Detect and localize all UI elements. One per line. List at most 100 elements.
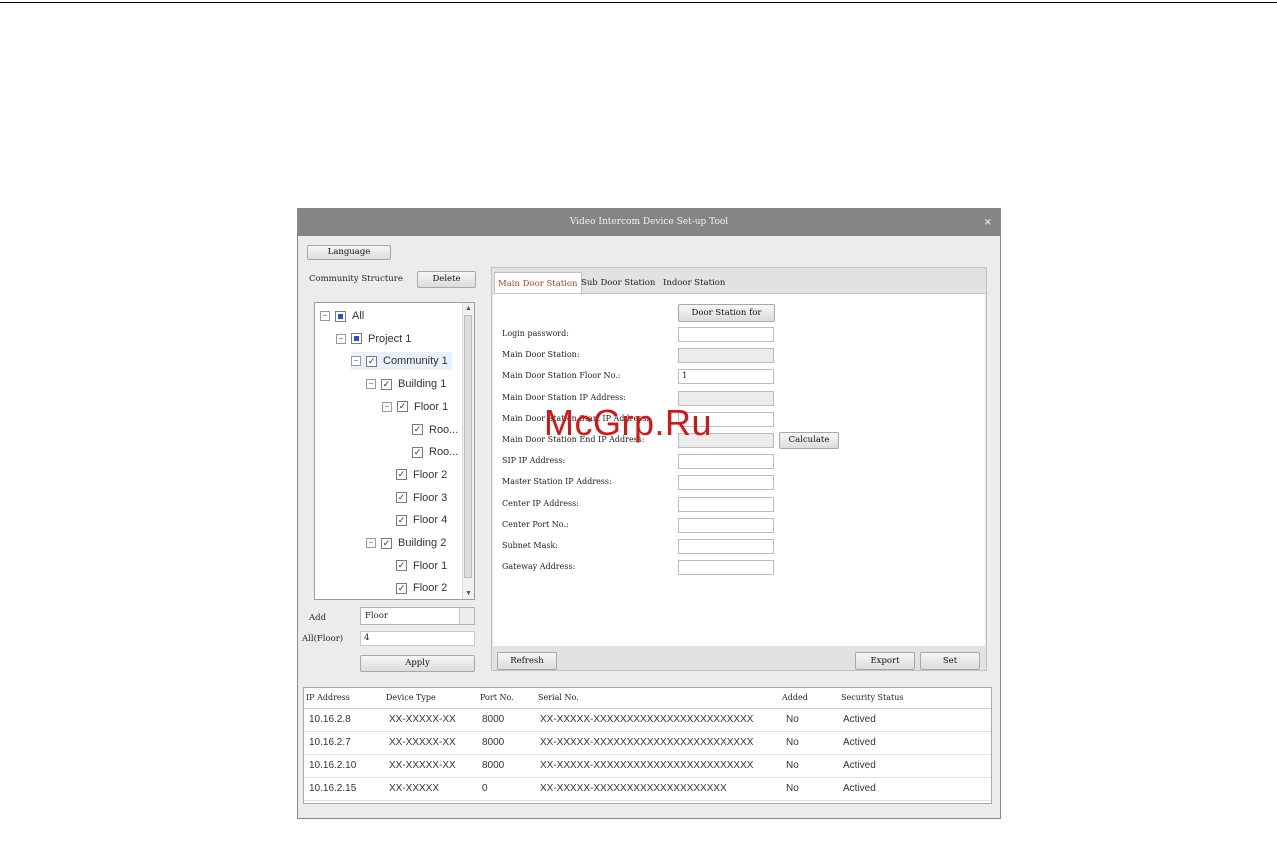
table-cell: 10.16.2.10 bbox=[309, 760, 357, 771]
table-cell: XX-XXXXX-XXXXXXXXXXXXXXXXXXXXXXXX bbox=[540, 760, 754, 771]
table-row[interactable]: 10.16.2.15 XX-XXXXX 0 XX-XXXXX-XXXXXXXXXXXX… bbox=[304, 778, 991, 801]
device-list-table: IP Address Device Type Port No. Serial N… bbox=[303, 687, 992, 804]
export-button[interactable]: Export bbox=[855, 652, 915, 670]
field-input[interactable] bbox=[678, 327, 774, 342]
field-label: Center IP Address: bbox=[502, 498, 579, 508]
tree-node[interactable]: ✓ Floor 2 bbox=[396, 579, 447, 597]
tab-main-door-station[interactable]: Main Door Station bbox=[494, 272, 582, 293]
refresh-button[interactable]: Refresh bbox=[497, 652, 557, 670]
tree-checkbox[interactable]: ✓ bbox=[366, 355, 377, 367]
column-header[interactable]: Serial No. bbox=[538, 688, 579, 708]
field-label: Gateway Address: bbox=[502, 562, 576, 572]
community-structure-label: Community Structure bbox=[309, 274, 403, 284]
field-input[interactable] bbox=[678, 539, 774, 554]
tab-indoor-station[interactable]: Indoor Station bbox=[663, 272, 725, 292]
column-header[interactable]: Security Status bbox=[841, 688, 903, 708]
dropdown-arrow-icon[interactable] bbox=[459, 608, 474, 624]
table-row[interactable]: 10.16.2.10 XX-XXXXX-XX 8000 XX-XXXXX-XXXXXX… bbox=[304, 755, 991, 778]
table-cell: No bbox=[786, 783, 799, 794]
table-cell: 8000 bbox=[482, 737, 505, 748]
tree-checkbox[interactable]: ✓ bbox=[396, 560, 407, 572]
field-input[interactable] bbox=[678, 454, 774, 470]
collapse-toggle-icon[interactable]: − bbox=[366, 538, 376, 549]
scroll-up-icon[interactable]: ▲ bbox=[463, 303, 474, 314]
tree-node-label: Floor 3 bbox=[413, 491, 448, 504]
table-cell: XX-XXXXX-XX bbox=[389, 737, 456, 748]
tree-node[interactable]: − ✓ Floor 1 bbox=[382, 398, 448, 416]
table-cell: Actived bbox=[843, 760, 876, 771]
watermark: McGrp.Ru bbox=[544, 402, 713, 443]
scroll-down-icon[interactable]: ▼ bbox=[463, 588, 474, 599]
tree-checkbox[interactable]: ✓ bbox=[381, 378, 392, 390]
door-station-for-button[interactable]: Door Station for bbox=[678, 304, 775, 322]
collapse-toggle-icon[interactable]: − bbox=[336, 333, 346, 344]
tree-checkbox[interactable]: ✓ bbox=[381, 537, 392, 549]
tree-node[interactable]: ✓ Floor 1 bbox=[396, 557, 447, 575]
set-button[interactable]: Set bbox=[920, 652, 980, 670]
tree-checkbox[interactable]: ✓ bbox=[412, 446, 423, 458]
tree-node-label: Community 1 bbox=[383, 355, 448, 368]
tree-node[interactable]: ✓ Roo... bbox=[412, 443, 458, 461]
table-cell: No bbox=[786, 714, 799, 725]
add-type-value: Floor bbox=[365, 611, 388, 621]
table-cell: 0 bbox=[482, 783, 488, 794]
tree-node-label: Floor 2 bbox=[413, 582, 448, 595]
tree-checkbox[interactable] bbox=[351, 333, 362, 345]
tree-node[interactable]: ✓ Floor 3 bbox=[396, 489, 447, 507]
table-cell: XX-XXXXX-XXXXXXXXXXXXXXXXXXXXXXXX bbox=[540, 737, 754, 748]
column-header[interactable]: IP Address bbox=[306, 688, 350, 708]
tree-node[interactable]: ✓ Floor 4 bbox=[396, 511, 447, 529]
collapse-toggle-icon[interactable]: − bbox=[382, 401, 392, 412]
tree-node-label: Floor 4 bbox=[413, 514, 448, 527]
field-label: Subnet Mask: bbox=[502, 541, 559, 550]
tree-node-label: Building 1 bbox=[398, 378, 447, 391]
field-input[interactable] bbox=[678, 517, 774, 533]
table-cell: 8000 bbox=[482, 760, 505, 771]
add-type-select[interactable]: Floor bbox=[360, 607, 475, 625]
calculate-button[interactable]: Calculate bbox=[779, 432, 839, 449]
tree-node[interactable]: − ✓ Community 1 bbox=[351, 352, 452, 371]
tree-node-label: All bbox=[352, 310, 365, 322]
tree-node[interactable]: ✓ Roo... bbox=[412, 421, 458, 439]
column-header[interactable]: Device Type bbox=[386, 688, 436, 708]
tree-node[interactable]: − ✓ Building 1 bbox=[366, 375, 446, 393]
tree-node[interactable]: − ✓ Building 2 bbox=[366, 534, 446, 552]
table-cell: 8000 bbox=[482, 714, 505, 725]
field-input[interactable] bbox=[678, 475, 774, 491]
close-icon[interactable]: × bbox=[984, 209, 992, 236]
tree-checkbox[interactable]: ✓ bbox=[396, 514, 407, 526]
tree-checkbox[interactable] bbox=[335, 310, 346, 322]
tab-sub-door-station[interactable]: Sub Door Station bbox=[581, 272, 655, 292]
table-row[interactable]: 10.16.2.7 XX-XXXXX-XX 8000 XX-XXXXX-XXXXXXX… bbox=[304, 732, 991, 755]
delete-button[interactable]: Delete bbox=[417, 271, 476, 288]
collapse-toggle-icon[interactable]: − bbox=[320, 311, 330, 322]
field-input[interactable]: 1 bbox=[678, 369, 774, 385]
table-row[interactable]: 10.16.2.8 XX-XXXXX-XX 8000 XX-XXXXX-XXXXXXX… bbox=[304, 709, 991, 732]
column-header[interactable]: Port No. bbox=[480, 688, 514, 708]
tree-checkbox[interactable]: ✓ bbox=[396, 582, 407, 594]
community-tree[interactable]: − All − Project 1− ✓ Community 1− ✓ Building 1−… bbox=[314, 302, 475, 600]
tree-node[interactable]: − Project 1 bbox=[336, 330, 411, 348]
app-window: Video Intercom Device Set-up Tool × Lang… bbox=[297, 208, 1001, 819]
tree-scrollbar[interactable]: ▲ ▼ bbox=[462, 303, 474, 599]
collapse-toggle-icon[interactable]: − bbox=[351, 356, 361, 367]
table-cell: XX-XXXXX-XXXXXXXXXXXXXXXXXXXXXXXX bbox=[540, 714, 754, 725]
table-cell: Actived bbox=[843, 737, 876, 748]
station-settings-panel: Main Door Station Sub Door Station Indoo… bbox=[491, 267, 987, 671]
all-floor-input[interactable]: 4 bbox=[360, 631, 475, 646]
tree-checkbox[interactable]: ✓ bbox=[396, 492, 407, 504]
tree-checkbox[interactable]: ✓ bbox=[412, 424, 423, 436]
apply-button[interactable]: Apply bbox=[360, 655, 475, 672]
scroll-thumb[interactable] bbox=[464, 315, 472, 578]
tree-checkbox[interactable]: ✓ bbox=[397, 401, 408, 413]
field-input[interactable] bbox=[678, 496, 774, 512]
tree-checkbox[interactable]: ✓ bbox=[396, 469, 407, 481]
collapse-toggle-icon[interactable]: − bbox=[366, 379, 376, 390]
tree-node[interactable]: − All bbox=[320, 307, 364, 325]
field-input[interactable] bbox=[678, 560, 774, 576]
field-label: Center Port No.: bbox=[502, 519, 569, 529]
language-button[interactable]: Language bbox=[307, 245, 391, 260]
tree-node[interactable]: ✓ Floor 2 bbox=[396, 466, 447, 484]
table-cell: 10.16.2.15 bbox=[309, 783, 357, 794]
column-header[interactable]: Added bbox=[782, 688, 808, 708]
